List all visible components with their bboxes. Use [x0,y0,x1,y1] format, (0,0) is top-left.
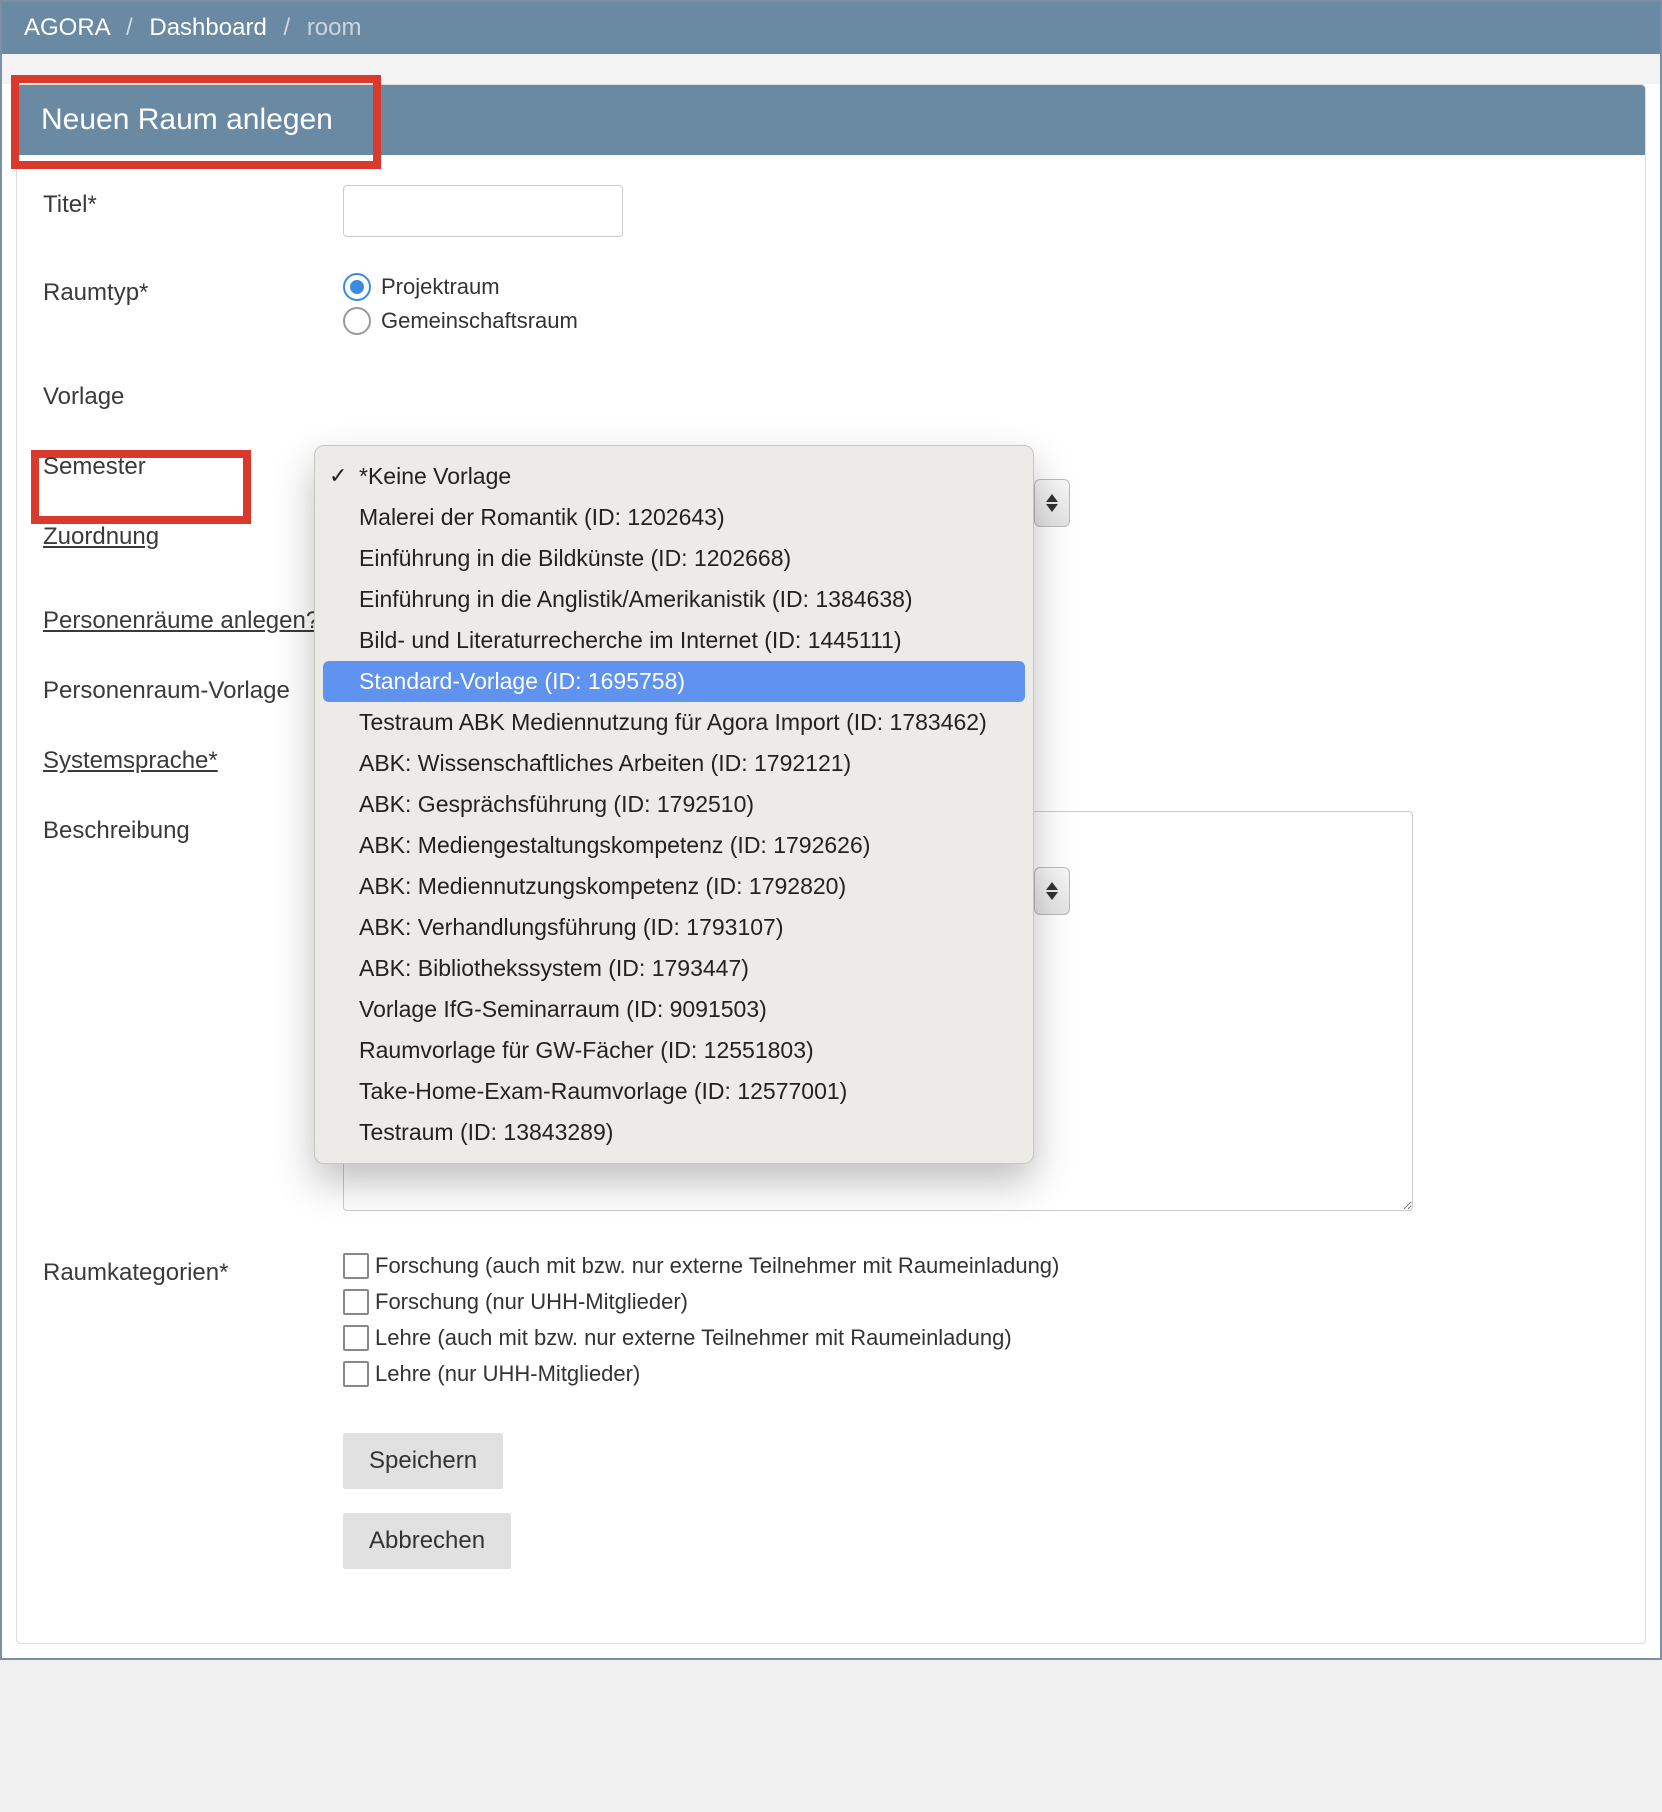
breadcrumb: AGORA / Dashboard / room [2,2,1660,54]
vorlage-option[interactable]: ABK: Mediennutzungskompetenz (ID: 179282… [315,866,1033,907]
breadcrumb-separator: / [126,14,133,41]
label-systemsprache[interactable]: Systemsprache* [43,741,343,775]
vorlage-option[interactable]: ABK: Gesprächsführung (ID: 1792510) [315,784,1033,825]
page-title: Neuen Raum anlegen [41,103,333,136]
raumkategorie-checkbox[interactable] [343,1325,369,1351]
label-zuordnung[interactable]: Zuordnung [43,517,343,551]
vorlage-option[interactable]: *Keine Vorlage [315,456,1033,497]
vorlage-option[interactable]: Bild- und Literaturrecherche im Internet… [315,620,1033,661]
personenraum-vorlage-select-stepper[interactable] [1034,867,1070,915]
raumkategorie-label: Forschung (nur UHH-Mitglieder) [375,1289,688,1315]
vorlage-option[interactable]: Malerei der Romantik (ID: 1202643) [315,497,1033,538]
vorlage-option[interactable]: Standard-Vorlage (ID: 1695758) [323,661,1025,702]
breadcrumb-current: room [307,14,362,41]
label-semester: Semester [43,447,343,481]
vorlage-option[interactable]: Einführung in die Bildkünste (ID: 120266… [315,538,1033,579]
chevron-up-icon [1046,494,1058,502]
vorlage-option[interactable]: ABK: Bibliothekssystem (ID: 1793447) [315,948,1033,989]
vorlage-option[interactable]: ABK: Wissenschaftliches Arbeiten (ID: 17… [315,743,1033,784]
label-personenraum-vorlage: Personenraum-Vorlage [43,671,343,705]
raumtyp-gemeinschaftsraum-radio[interactable] [343,307,371,335]
cancel-button[interactable]: Abbrechen [343,1513,511,1569]
vorlage-option[interactable]: Einführung in die Anglistik/Amerikanisti… [315,579,1033,620]
label-vorlage: Vorlage [43,377,343,411]
vorlage-option[interactable]: ABK: Mediengestaltungskompetenz (ID: 179… [315,825,1033,866]
vorlage-option[interactable]: Raumvorlage für GW-Fächer (ID: 12551803) [315,1030,1033,1071]
label-raumtyp: Raumtyp* [43,273,343,307]
vorlage-option[interactable]: Testraum (ID: 13843289) [315,1112,1033,1153]
raumkategorie-checkbox[interactable] [343,1253,369,1279]
titel-input[interactable] [343,185,623,237]
spacer [2,54,1660,84]
chevron-down-icon [1046,892,1058,900]
raumtyp-projektraum-radio[interactable] [343,273,371,301]
chevron-up-icon [1046,882,1058,890]
label-beschreibung: Beschreibung [43,811,343,845]
label-titel: Titel* [43,185,343,219]
card-header: Neuen Raum anlegen [17,85,1645,155]
save-button[interactable]: Speichern [343,1433,503,1489]
raumtyp-gemeinschaftsraum-label: Gemeinschaftsraum [381,308,578,334]
raumkategorie-checkbox[interactable] [343,1361,369,1387]
chevron-down-icon [1046,504,1058,512]
label-personenraeume[interactable]: Personenräume anlegen? [43,601,343,635]
vorlage-select-stepper[interactable] [1034,479,1070,527]
create-room-card: Neuen Raum anlegen Titel* Raumtyp* Proje… [16,84,1646,1644]
vorlage-option[interactable]: Take-Home-Exam-Raumvorlage (ID: 12577001… [315,1071,1033,1112]
breadcrumb-root[interactable]: AGORA [24,14,109,41]
breadcrumb-separator: / [283,14,290,41]
raumkategorie-checkbox[interactable] [343,1289,369,1315]
raumkategorie-label: Forschung (auch mit bzw. nur externe Tei… [375,1253,1059,1279]
label-raumkategorien: Raumkategorien* [43,1253,343,1287]
vorlage-option[interactable]: Vorlage IfG-Seminarraum (ID: 9091503) [315,989,1033,1030]
raumkategorie-label: Lehre (auch mit bzw. nur externe Teilneh… [375,1325,1012,1351]
vorlage-dropdown[interactable]: *Keine VorlageMalerei der Romantik (ID: … [314,445,1034,1164]
breadcrumb-dashboard[interactable]: Dashboard [149,14,266,41]
vorlage-option[interactable]: Testraum ABK Mediennutzung für Agora Imp… [315,702,1033,743]
vorlage-option[interactable]: ABK: Verhandlungsführung (ID: 1793107) [315,907,1033,948]
raumkategorie-label: Lehre (nur UHH-Mitglieder) [375,1361,640,1387]
raumtyp-projektraum-label: Projektraum [381,274,500,300]
